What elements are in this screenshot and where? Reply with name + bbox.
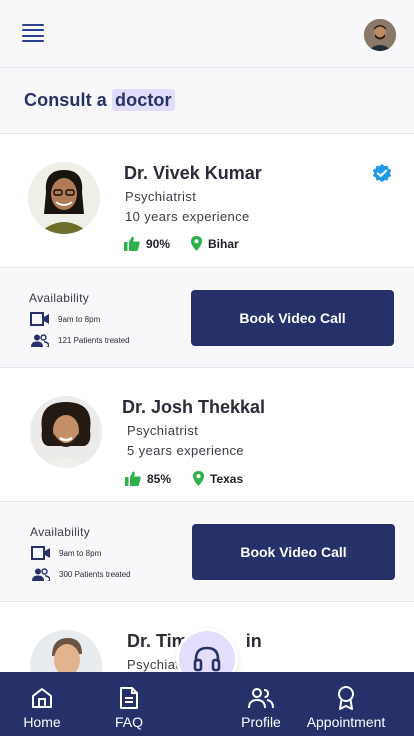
doctor-location: Texas: [193, 471, 243, 486]
users-icon: [248, 688, 274, 709]
nav-label-profile: Profile: [241, 714, 281, 730]
doctor-avatar: [30, 396, 102, 468]
thumbs-up-icon: [124, 236, 140, 251]
nav-item-profile[interactable]: Profile: [236, 672, 286, 736]
page-title-prefix: Consult a: [24, 90, 107, 110]
doctor-location: Bihar: [191, 236, 239, 251]
nav-label-appointment: Appointment: [306, 714, 386, 730]
doctor-location-value: Bihar: [208, 236, 239, 251]
headphones-icon: [193, 646, 221, 672]
award-icon: [338, 686, 354, 710]
availability-section: Availability 9am to 8pm 121 Patients tre…: [0, 268, 414, 368]
bottom-nav: Home FAQ Profile Appointment: [0, 672, 414, 736]
availability-label: Availability: [30, 525, 91, 539]
book-video-call-button[interactable]: Book Video Call: [192, 524, 395, 580]
availability-label: Availability: [29, 291, 90, 305]
hamburger-menu-icon[interactable]: [22, 24, 44, 42]
video-camera-icon: [30, 312, 49, 326]
location-pin-icon: [191, 236, 202, 251]
page-title-section: Consult a doctor: [0, 68, 414, 134]
location-pin-icon: [193, 471, 204, 486]
doctor-avatar: [28, 162, 100, 234]
doctor-rating: 90%: [124, 236, 170, 251]
document-icon: [120, 687, 138, 709]
doctor-rating: 85%: [125, 471, 171, 486]
availability-section: Availability 9am to 8pm 300 Patients tre…: [0, 502, 414, 602]
doctor-experience: 5 years experience: [127, 443, 245, 458]
patients-text: 300 Patients treated: [59, 570, 131, 579]
nav-item-home[interactable]: Home: [18, 672, 66, 736]
patients-icon: [31, 334, 49, 347]
nav-label-home: Home: [23, 714, 61, 730]
doctor-location-value: Texas: [210, 471, 244, 486]
page-title: Consult a doctor: [24, 89, 175, 111]
patients-row: 300 Patients treated: [31, 568, 131, 581]
doctor-name: Dr. Josh Thekkal: [122, 397, 266, 417]
hours-row: 9am to 8pm: [31, 546, 101, 560]
verified-badge-icon: [372, 163, 392, 183]
user-avatar[interactable]: [364, 19, 396, 51]
book-video-call-button[interactable]: Book Video Call: [191, 290, 394, 346]
hours-text: 9am to 8pm: [59, 548, 102, 558]
doctor-experience: 10 years experience: [125, 209, 250, 224]
nav-item-appointment[interactable]: Appointment: [300, 672, 392, 736]
doctor-specialty: Psychiatrist: [127, 423, 199, 438]
hours-row: 9am to 8pm: [30, 312, 100, 326]
patients-text: 121 Patients treated: [58, 336, 130, 345]
nav-label-faq: FAQ: [114, 714, 143, 730]
doctor-rating-value: 85%: [147, 471, 172, 486]
video-camera-icon: [31, 546, 50, 560]
doctor-specialty: Psychiat: [127, 657, 180, 672]
home-icon: [32, 688, 52, 708]
doctor-card[interactable]: Dr. Josh Thekkal Psychiatrist 5 years ex…: [0, 368, 414, 502]
thumbs-up-icon: [125, 471, 141, 486]
patients-row: 121 Patients treated: [30, 334, 130, 347]
patients-icon: [32, 568, 50, 581]
page-title-highlight: doctor: [112, 89, 175, 111]
doctor-specialty: Psychiatrist: [125, 189, 197, 204]
doctor-name-end: in: [245, 631, 262, 651]
top-bar: [0, 0, 414, 68]
doctor-card[interactable]: Dr. Vivek Kumar Psychiatrist 10 years ex…: [0, 134, 414, 268]
nav-item-faq[interactable]: FAQ: [106, 672, 152, 736]
doctor-name: Dr. Vivek Kumar: [124, 163, 262, 183]
doctor-rating-value: 90%: [146, 236, 171, 251]
hours-text: 9am to 8pm: [58, 314, 101, 324]
